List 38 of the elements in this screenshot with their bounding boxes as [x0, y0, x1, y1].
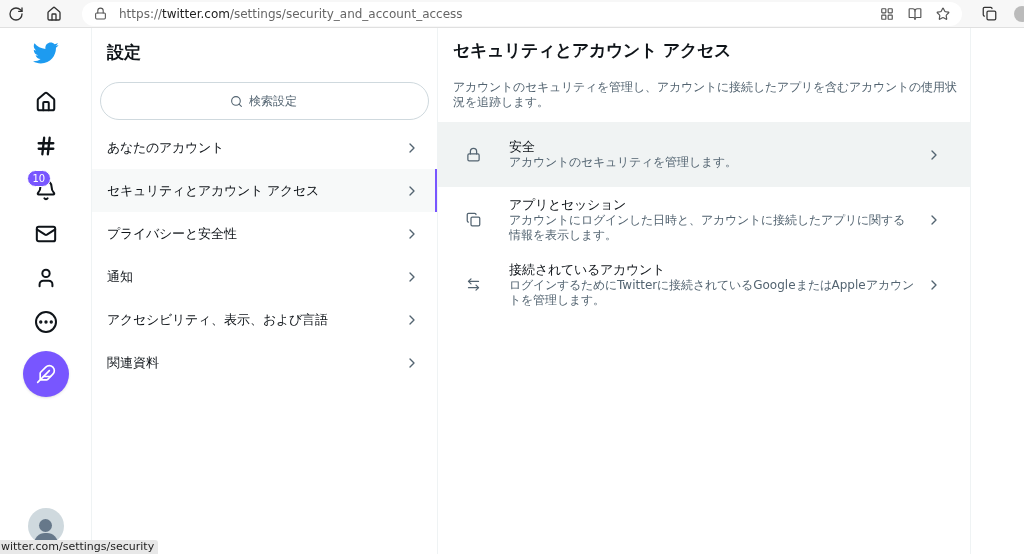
- copy-icon: [466, 212, 481, 227]
- url-text: https://twitter.com/settings/security_and_account_access: [119, 5, 463, 23]
- home-icon[interactable]: [34, 91, 57, 113]
- settings-menu-item[interactable]: セキュリティとアカウント アクセス: [92, 169, 437, 212]
- status-url-tooltip: witter.com/settings/security: [0, 540, 159, 554]
- page-title: セキュリティとアカウント アクセス: [452, 39, 732, 62]
- lock-icon: [94, 7, 107, 20]
- mail-icon[interactable]: [34, 223, 57, 245]
- search-field[interactable]: 検索設定: [100, 82, 429, 120]
- option-title: 接続されているアカウント: [509, 261, 666, 278]
- option-description: アカウントのセキュリティを管理します。: [509, 155, 738, 170]
- page-description: アカウントのセキュリティを管理し、アカウントに接続したアプリを含むアカウントの使用状況を追跡します。: [452, 80, 958, 110]
- favorite-icon[interactable]: [936, 6, 950, 21]
- settings-option[interactable]: 安全 アカウントのセキュリティを管理します。: [438, 122, 970, 187]
- notification-badge: 10: [26, 170, 52, 187]
- search-icon: [230, 95, 243, 108]
- address-bar[interactable]: https://twitter.com/settings/security_and_account_access: [82, 1, 962, 26]
- settings-menu-item[interactable]: アクセシビリティ、表示、および言語: [92, 298, 437, 341]
- reload-icon[interactable]: [8, 5, 24, 22]
- settings-menu-item[interactable]: 通知: [92, 255, 437, 298]
- option-description: アカウントにログインした日時と、アカウントに接続したアプリに関する情報を表示します。: [509, 212, 906, 243]
- bird-logo[interactable]: [32, 40, 59, 66]
- option-title: 安全: [509, 139, 536, 155]
- split-screen-icon[interactable]: [880, 6, 894, 21]
- option-description: ログインするためにTwitterに接続されているGoogleまたはAppleアカウントを管理します。: [509, 277, 914, 308]
- settings-menu-item[interactable]: 関連資料: [92, 341, 437, 384]
- settings-menu-item[interactable]: プライバシーと安全性: [92, 212, 437, 255]
- lock-icon: [466, 147, 481, 162]
- arrows-icon: [466, 277, 481, 292]
- feather-plus-icon: [35, 364, 56, 384]
- more-icon[interactable]: [34, 311, 57, 333]
- home-icon[interactable]: [46, 5, 62, 22]
- option-title: アプリとセッション: [509, 196, 627, 213]
- settings-menu-item[interactable]: あなたのアカウント: [92, 126, 437, 169]
- read-aloud-icon[interactable]: [908, 6, 922, 21]
- settings-title: 設定: [106, 41, 142, 64]
- collections-icon[interactable]: [982, 6, 997, 21]
- compose-button[interactable]: [22, 351, 69, 397]
